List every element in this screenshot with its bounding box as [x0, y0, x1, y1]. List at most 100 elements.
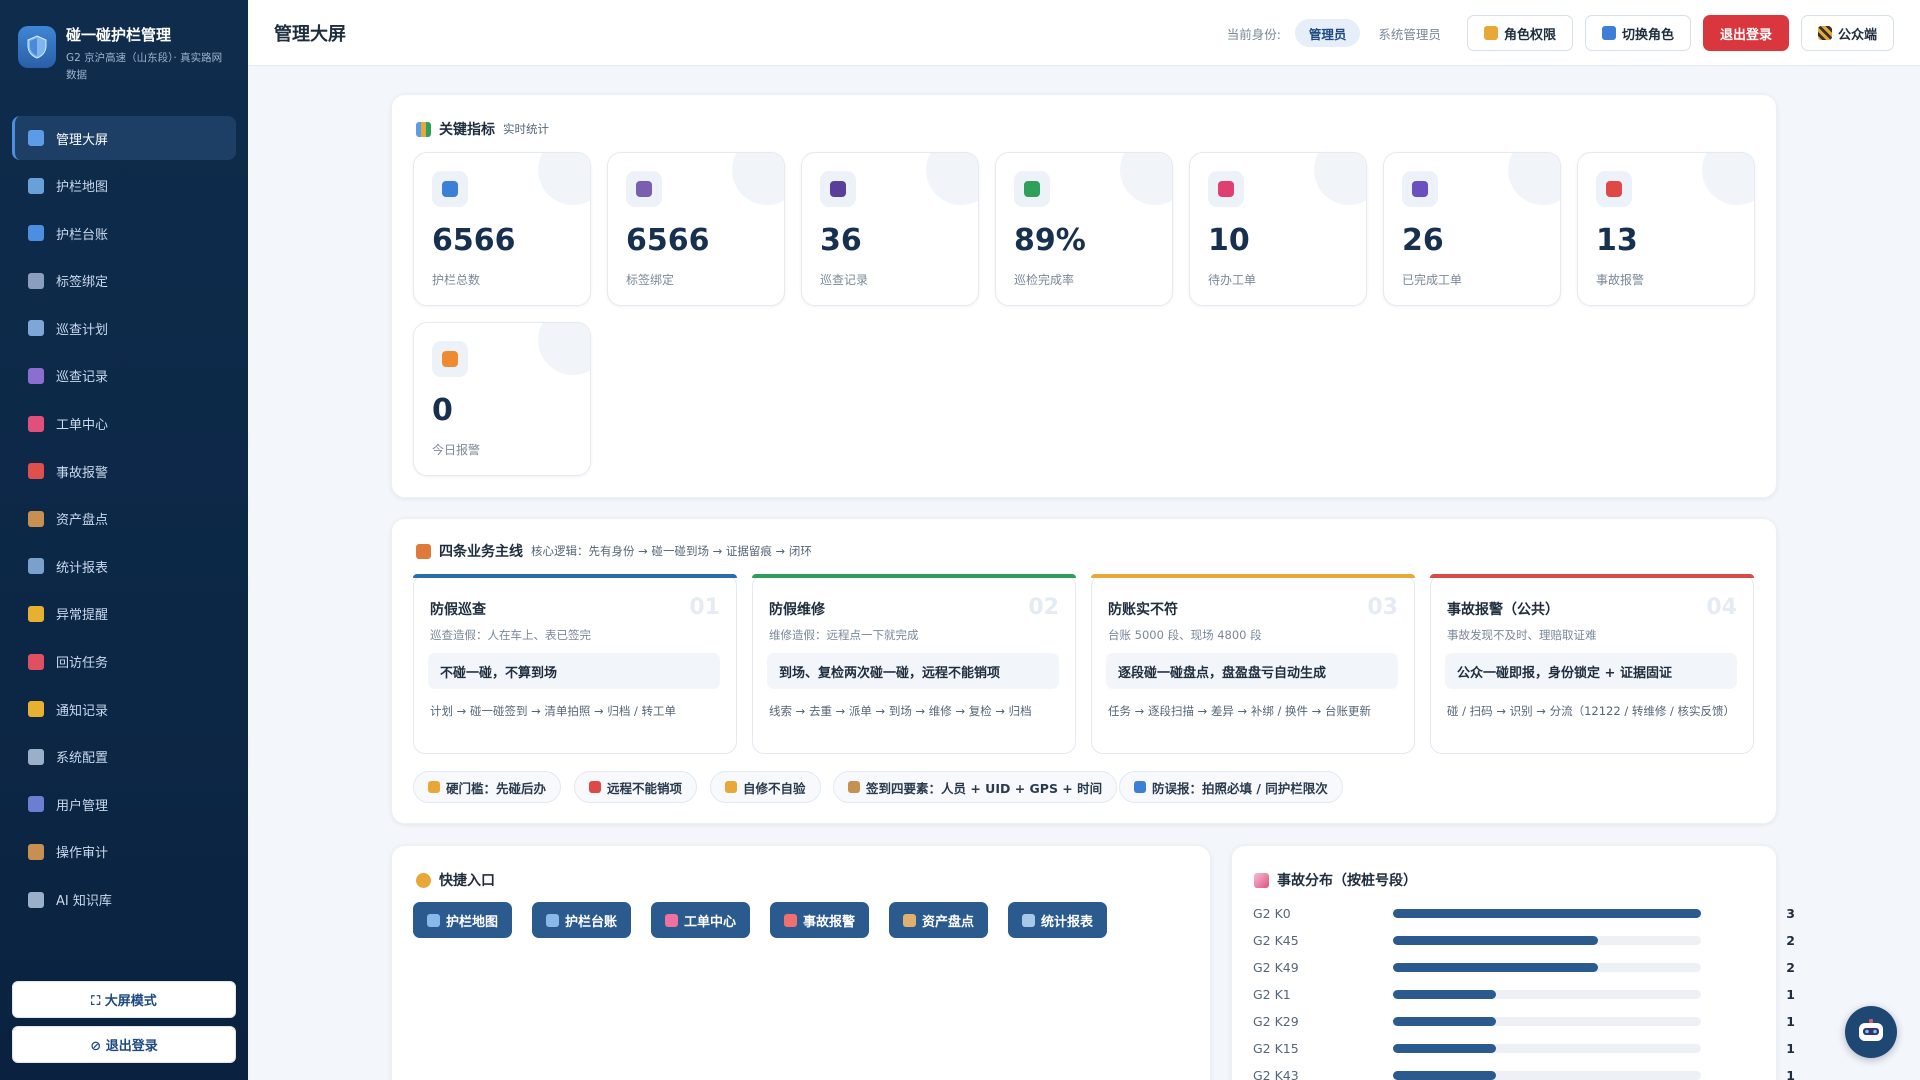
distribution-label: G2 K49	[1253, 959, 1299, 975]
sidebar-item-11[interactable]: 回访任务	[12, 640, 236, 684]
quick-button-label: 护栏台账	[565, 914, 618, 930]
sidebar-item-label: 护栏台账	[56, 227, 109, 243]
distribution-bar	[1393, 1070, 1496, 1080]
role-pill: 管理员	[1294, 19, 1361, 47]
distribution-value: 1	[1786, 1013, 1795, 1029]
big-screen-mode-button[interactable]: ⛶ 大屏模式	[12, 981, 236, 1018]
rule-chip-label: 硬门槛：先碰后办	[446, 780, 547, 796]
sidebar-item-6[interactable]: 工单中心	[12, 402, 236, 446]
shield-logo-icon	[18, 26, 56, 68]
top-header: 管理大屏 当前身份: 管理员 系统管理员 角色权限 切换角色 退出登录 公众端	[248, 0, 1920, 66]
distribution-label: G2 K15	[1253, 1040, 1299, 1056]
flow-key-rule: 逐段碰一碰盘点，盘盈盘亏自动生成	[1106, 653, 1398, 689]
toolbox-icon	[28, 415, 44, 432]
sidebar-item-label: 回访任务	[56, 656, 109, 672]
sidebar-item-1[interactable]: 护栏地图	[12, 164, 236, 208]
sidebar-item-label: 标签绑定	[56, 275, 109, 291]
sidebar-item-4[interactable]: 巡查计划	[12, 306, 236, 350]
metric-value: 13	[1596, 223, 1638, 258]
metric-label: 事故报警	[1596, 273, 1645, 287]
distribution-bar	[1393, 989, 1496, 999]
quick-button[interactable]: 护栏台账	[532, 902, 632, 938]
quick-access-panel: 快捷入口	[391, 845, 1211, 1080]
quick-button[interactable]: 统计报表	[1008, 902, 1108, 938]
distribution-row: G2 K45 2	[1253, 930, 1795, 950]
brick-icon	[416, 543, 431, 559]
quick-button[interactable]: 事故报警	[770, 902, 870, 938]
sidebar-item-15[interactable]: 操作审计	[12, 830, 236, 874]
robot-icon	[28, 891, 44, 908]
flow-title: 防账实不符	[1108, 602, 1178, 618]
toolbox-icon	[665, 913, 678, 927]
header-logout-button[interactable]: 退出登录	[1702, 15, 1789, 51]
metrics-title: 关键指标	[439, 122, 495, 138]
dashboard-icon	[28, 130, 44, 146]
metric-card: 6566 护栏总数	[413, 152, 591, 306]
sidebar-item-14[interactable]: 用户管理	[12, 782, 236, 826]
role-permissions-button[interactable]: 角色权限	[1466, 15, 1573, 51]
metric-value: 36	[820, 223, 862, 258]
sidebar-item-label: 异常提醒	[56, 608, 109, 624]
quick-button[interactable]: 资产盘点	[889, 902, 989, 938]
card-decoration	[538, 323, 590, 375]
ai-assistant-button[interactable]	[1845, 1006, 1897, 1058]
sidebar-logout-button[interactable]: ⊘ 退出登录	[12, 1026, 236, 1063]
sidebar-item-16[interactable]: AI 知识库	[12, 878, 236, 922]
metric-value: 26	[1402, 223, 1444, 258]
quick-button-label: 统计报表	[1041, 914, 1094, 930]
distribution-row: G2 K29 1	[1253, 1011, 1795, 1031]
flow-description: 巡查造假：人在车上、表已签完	[430, 628, 591, 642]
distribution-bar	[1393, 1016, 1496, 1026]
footprint-icon-glyph	[830, 181, 846, 197]
shield-icon-glyph	[442, 181, 458, 197]
sidebar-item-0[interactable]: 管理大屏	[12, 116, 236, 160]
flow-key-rule: 不碰一碰，不算到场	[428, 653, 720, 689]
metric-card: 13 事故报警	[1577, 152, 1755, 306]
page-title: 管理大屏	[274, 23, 346, 45]
brand-subtitle: G2 京沪高速（山东段）· 真实路网数据	[66, 52, 223, 81]
quick-button[interactable]: 工单中心	[651, 902, 751, 938]
siren-icon	[1596, 171, 1632, 207]
bell-icon	[28, 701, 44, 718]
box-icon	[903, 913, 916, 927]
distribution-label: G2 K29	[1253, 1013, 1299, 1029]
distribution-value: 1	[1786, 986, 1795, 1002]
sidebar-item-9[interactable]: 统计报表	[12, 544, 236, 588]
sidebar-item-label: 巡查计划	[56, 322, 109, 338]
sidebar-item-7[interactable]: 事故报警	[12, 449, 236, 493]
business-flow-card: 防假巡查 01 巡查造假：人在车上、表已签完 不碰一碰，不算到场 计划 → 碰一碰签到 …	[413, 574, 737, 754]
card-decoration	[732, 153, 784, 205]
sidebar-item-12[interactable]: 通知记录	[12, 687, 236, 731]
distribution-row: G2 K0 3	[1253, 903, 1795, 923]
flow-chain: 碰 / 扫码 → 识别 → 分流（12122 / 转维修 / 核实反馈）	[1447, 704, 1736, 718]
metric-card: 10 待办工单	[1189, 152, 1367, 306]
distribution-label: G2 K1	[1253, 986, 1291, 1002]
flow-key-rule: 到场、复检两次碰一碰，远程不能销项	[767, 653, 1059, 689]
flow-chain: 任务 → 逐段扫描 → 差异 → 补绑 / 换件 → 台账更新	[1108, 704, 1371, 718]
robot-icon	[1859, 1019, 1883, 1041]
switch-role-button[interactable]: 切换角色	[1584, 15, 1691, 51]
phone-icon	[28, 653, 44, 670]
sidebar-item-5[interactable]: 巡查记录	[12, 354, 236, 398]
check-icon	[1402, 171, 1438, 207]
distribution-row: G2 K15 1	[1253, 1038, 1795, 1058]
sidebar-item-13[interactable]: 系统配置	[12, 735, 236, 779]
flow-title: 事故报警（公共）	[1447, 602, 1559, 618]
sidebar-item-8[interactable]: 资产盘点	[12, 497, 236, 541]
metric-label: 已完成工单	[1402, 273, 1463, 287]
sidebar-item-2[interactable]: 护栏台账	[12, 211, 236, 255]
sidebar-item-10[interactable]: 异常提醒	[12, 592, 236, 636]
quick-button-label: 护栏地图	[446, 914, 499, 930]
sidebar-item-3[interactable]: 标签绑定	[12, 259, 236, 303]
metric-label: 护栏总数	[432, 273, 481, 287]
rule-chip-label: 签到四要素：人员 + UID + GPS + 时间	[866, 780, 1103, 796]
trend-chart-icon	[1254, 872, 1269, 888]
quick-button[interactable]: 护栏地图	[413, 902, 513, 938]
bar-chart-icon	[416, 121, 431, 137]
public-portal-button[interactable]: 公众端	[1800, 15, 1894, 51]
rule-chip: 硬门槛：先碰后办	[413, 771, 562, 803]
metric-value: 0	[432, 393, 453, 428]
metric-card: 6566 标签绑定	[607, 152, 785, 306]
distribution-bar	[1393, 962, 1599, 972]
siren-icon	[28, 463, 44, 480]
